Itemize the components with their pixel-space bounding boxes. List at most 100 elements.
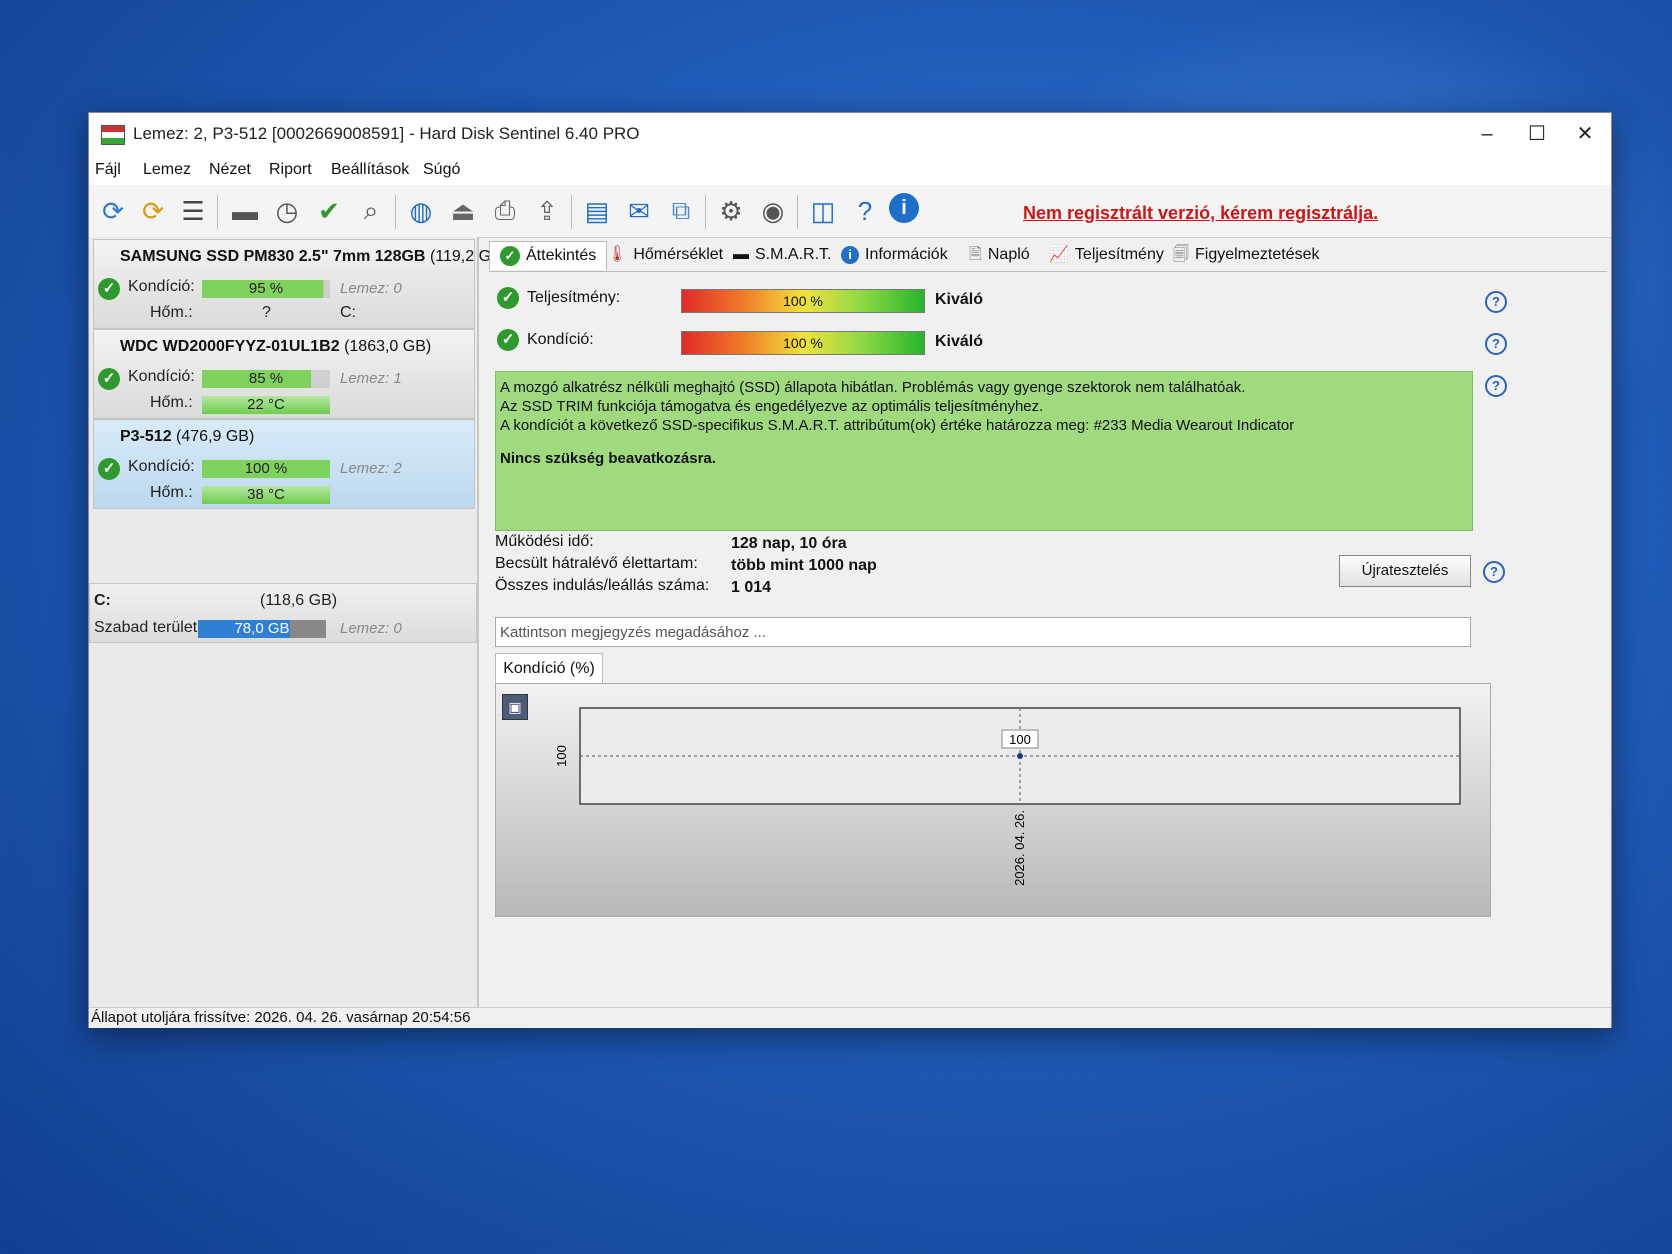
menu-file[interactable]: Fájl — [95, 161, 121, 179]
document-icon: 🗎 — [969, 246, 982, 263]
tab-information[interactable]: i Információk — [841, 241, 948, 269]
help-icon[interactable]: ? — [847, 193, 883, 229]
temp-label: Hőm.: — [150, 484, 193, 501]
message-line: Az SSD TRIM funkciója támogatva és enged… — [500, 398, 1044, 415]
tab-temperature[interactable]: 🌡 Hőmérséklet — [607, 241, 723, 269]
toolbar-separator — [797, 195, 798, 229]
disk-icon[interactable]: ▬ — [227, 193, 263, 229]
volume-disk-number: Lemez: 0 — [340, 620, 402, 637]
uptime-label: Működési idő: — [495, 533, 594, 550]
free-space-bar: 78,0 GB — [198, 620, 326, 638]
refresh-warning-icon[interactable]: ⟳ — [135, 193, 171, 229]
title-bar: Lemez: 2, P3-512 [0002669008591] - Hard … — [89, 113, 1611, 155]
ok-check-icon: ✓ — [497, 287, 519, 309]
disk-number: Lemez: 2 — [340, 460, 402, 477]
message-line: A mozgó alkatrész nélküli meghajtó (SSD)… — [500, 379, 1246, 396]
y-tick-label: 100 — [554, 745, 569, 767]
ok-check-icon: ✓ — [497, 329, 519, 351]
maximize-button[interactable]: ☐ — [1517, 119, 1557, 149]
help-icon[interactable]: ? — [1485, 291, 1507, 313]
toolbar-separator — [705, 195, 706, 229]
drive-letter: C: — [340, 304, 356, 321]
mail-icon[interactable]: ✉ — [621, 193, 657, 229]
temp-label: Hőm.: — [150, 304, 193, 321]
help-icon[interactable]: ? — [1485, 333, 1507, 355]
disk-list-panel: SAMSUNG SSD PM830 2.5" 7mm 128GB (119,2 … — [89, 237, 491, 1007]
volume-item-c[interactable]: C: (118,6 GB) Szabad terület 78,0 GB Lem… — [89, 583, 477, 643]
tab-bar: ✓ Áttekintés 🌡 Hőmérséklet ▬ S.M.A.R.T. i In… — [489, 237, 1607, 272]
settings-icon[interactable]: ⚙ — [713, 193, 749, 229]
temp-label: Hőm.: — [150, 394, 193, 411]
volume-size: (118,6 GB) — [260, 592, 338, 609]
help-icon[interactable]: ? — [1483, 561, 1505, 583]
minimize-button[interactable]: – — [1467, 119, 1507, 149]
tab-alerts[interactable]: 🗐 Figyelmeztetések — [1173, 241, 1319, 269]
temp-bar: 22 °C — [202, 396, 330, 414]
menu-report[interactable]: Riport — [269, 161, 312, 179]
list-icon[interactable]: ☰ — [175, 193, 211, 229]
condition-chart: 100 100 2026. 04. 26. — [554, 707, 1461, 886]
status-bar: Állapot utoljára frissítve: 2026. 04. 26… — [89, 1007, 1611, 1028]
window-title: Lemez: 2, P3-512 [0002669008591] - Hard … — [133, 124, 640, 143]
screenshot-icon[interactable]: ◫ — [805, 193, 841, 229]
documents-icon: 🗐 — [1173, 246, 1189, 263]
tab-smart[interactable]: ▬ S.M.A.R.T. — [733, 241, 831, 269]
menu-view[interactable]: Nézet — [209, 161, 251, 179]
disk-number: Lemez: 0 — [340, 280, 402, 297]
info-icon: i — [841, 246, 859, 264]
volume-drive: C: — [94, 592, 111, 609]
chart-icon: 📈 — [1049, 246, 1069, 263]
disk-clock-icon[interactable]: ◷ — [269, 193, 305, 229]
upload-icon[interactable]: ⏏ — [445, 193, 481, 229]
app-window: Lemez: 2, P3-512 [0002669008591] - Hard … — [88, 112, 1612, 1028]
menu-bar: Fájl Lemez Nézet Riport Beállítások Súgó — [89, 155, 1611, 185]
disk-item-wdc[interactable]: WDC WD2000FYYZ-01UL1B2 (1863,0 GB) ✓ Kon… — [93, 329, 475, 419]
disk-number: Lemez: 1 — [340, 370, 402, 387]
tab-performance[interactable]: 📈 Teljesítmény — [1049, 241, 1164, 269]
ok-check-icon: ✓ — [98, 278, 120, 300]
disk-search-icon[interactable]: ⌕ — [353, 193, 389, 229]
temp-bar: 38 °C — [202, 486, 330, 504]
network-icon[interactable]: ⧉ — [663, 193, 699, 229]
toolbar-separator — [217, 195, 218, 229]
status-message-box: A mozgó alkatrész nélküli meghajtó (SSD)… — [495, 371, 1473, 531]
x-tick-label: 2026. 04. 26. — [1012, 810, 1027, 886]
disk-item-p3-512[interactable]: P3-512 (476,9 GB) ✓ Kondíció: 100 % Leme… — [93, 419, 475, 509]
performance-bar: 100 % — [681, 289, 925, 313]
data-label: 100 — [1009, 732, 1031, 747]
menu-disk[interactable]: Lemez — [143, 161, 191, 179]
condition-chart-area: ▣ 100 100 2026. 04. 26. — [495, 683, 1491, 917]
print-icon[interactable]: ⎙ — [487, 193, 523, 229]
tab-overview[interactable]: ✓ Áttekintés — [489, 241, 608, 270]
performance-rating: Kiváló — [935, 291, 984, 308]
temp-value: ? — [262, 304, 271, 321]
disk-name: WDC WD2000FYYZ-01UL1B2 (1863,0 GB) — [120, 338, 432, 355]
data-point — [1017, 753, 1023, 759]
help-icon[interactable]: ? — [1485, 375, 1507, 397]
disk-check-icon[interactable]: ✔ — [311, 193, 347, 229]
condition-bar: 100 % — [202, 460, 330, 478]
globe-icon[interactable]: ◍ — [403, 193, 439, 229]
tab-log[interactable]: 🗎 Napló — [969, 241, 1030, 269]
register-link[interactable]: Nem regisztrált verzió, kérem regisztrál… — [1023, 203, 1378, 224]
info-icon[interactable]: i — [889, 193, 919, 223]
close-button[interactable]: ✕ — [1565, 119, 1605, 149]
sound-icon[interactable]: ◉ — [755, 193, 791, 229]
note-field[interactable]: Kattintson megjegyzés megadásához ... — [495, 617, 1471, 647]
retest-button[interactable]: Újratesztelés — [1339, 555, 1471, 587]
menu-settings[interactable]: Beállítások — [331, 161, 409, 179]
ok-check-icon: ✓ — [98, 458, 120, 480]
starts-value: 1 014 — [731, 579, 772, 596]
condition-rating: Kiváló — [935, 333, 984, 350]
condition-bar: 100 % — [681, 331, 925, 355]
free-space-label: Szabad terület — [94, 619, 198, 636]
export-icon[interactable]: ⇪ — [529, 193, 565, 229]
app-icon — [101, 125, 125, 145]
menu-help[interactable]: Súgó — [423, 161, 460, 179]
report-icon[interactable]: ▤ — [579, 193, 615, 229]
chart-tab-condition[interactable]: Kondíció (%) — [495, 653, 603, 684]
condition-label: Kondíció: — [128, 368, 195, 385]
refresh-icon[interactable]: ⟳ — [95, 193, 131, 229]
disk-item-samsung[interactable]: SAMSUNG SSD PM830 2.5" 7mm 128GB (119,2 … — [93, 239, 491, 329]
thermometer-icon: 🌡 — [607, 246, 628, 263]
